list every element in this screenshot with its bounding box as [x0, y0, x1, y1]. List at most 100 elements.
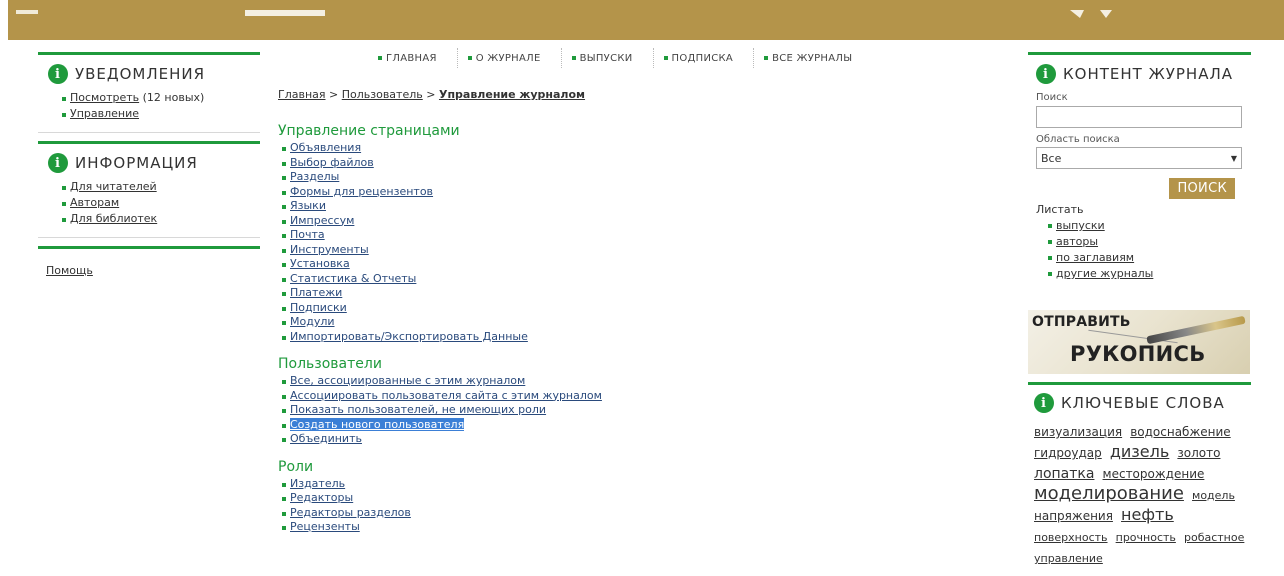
notifications-manage-link[interactable]: Управление — [70, 107, 139, 120]
pages-links: Объявления Выбор файлов Разделы Формы дл… — [282, 141, 998, 344]
keyword-link[interactable]: моделирование — [1034, 483, 1184, 504]
for-libraries-link[interactable]: Для библиотек — [70, 212, 157, 225]
list-item: Платежи — [282, 286, 998, 301]
link-files[interactable]: Выбор файлов — [290, 156, 374, 169]
list-item: Выбор файлов — [282, 156, 998, 171]
link-stats[interactable]: Статистика & Отчеты — [290, 272, 416, 285]
link-review-forms[interactable]: Формы для рецензентов — [290, 185, 433, 198]
info-icon: i — [1036, 64, 1056, 84]
link-languages[interactable]: Языки — [290, 199, 326, 212]
list-item: Инструменты — [282, 243, 998, 258]
link-payments[interactable]: Платежи — [290, 286, 342, 299]
keyword-link[interactable]: поверхность — [1034, 531, 1108, 544]
section-title-pages: Управление страницами — [278, 123, 460, 139]
nav-home[interactable]: ГЛАВНАЯ — [378, 53, 457, 64]
search-scope-select[interactable]: Все ▼ — [1036, 147, 1242, 169]
keyword-link[interactable]: золото — [1177, 446, 1220, 460]
breadcrumb-user[interactable]: Пользователь — [342, 88, 423, 101]
search-input[interactable] — [1036, 106, 1242, 128]
link-section-editors[interactable]: Редакторы разделов — [290, 506, 411, 519]
keyword-link[interactable]: нефть — [1121, 505, 1174, 524]
list-item: Для читателей — [62, 179, 250, 195]
list-item: Редакторы — [282, 491, 998, 506]
keyword-link[interactable]: гидроудар — [1034, 446, 1102, 460]
help-link[interactable]: Помощь — [46, 264, 93, 277]
link-subscriptions[interactable]: Подписки — [290, 301, 347, 314]
submit-manuscript-banner[interactable]: ОТПРАВИТЬ РУКОПИСЬ — [1028, 310, 1250, 374]
list-item: Статистика & Отчеты — [282, 272, 998, 287]
link-create-user[interactable]: Создать нового пользователя — [290, 417, 465, 431]
nav-divider — [652, 48, 654, 68]
browse-authors-link[interactable]: авторы — [1056, 235, 1098, 248]
link-announcements[interactable]: Объявления — [290, 141, 361, 154]
for-readers-link[interactable]: Для читателей — [70, 180, 157, 193]
link-publisher[interactable]: Издатель — [290, 477, 345, 490]
keyword-link[interactable]: напряжения — [1034, 509, 1113, 523]
bullet-icon — [571, 55, 576, 60]
keyword-link[interactable]: месторождение — [1103, 467, 1205, 481]
keyword-link[interactable]: дизель — [1110, 442, 1169, 461]
keyword-link[interactable]: прочность — [1116, 531, 1176, 544]
link-enroll-site-user[interactable]: Ассоциировать пользователя сайта с этим … — [290, 389, 602, 402]
section-title-users: Пользователи — [278, 356, 382, 372]
main-content: ГЛАВНАЯ О ЖУРНАЛЕ ВЫПУСКИ ПОДПИСКА ВСЕ Ж… — [278, 48, 998, 535]
journal-content-title: i КОНТЕНТ ЖУРНАЛА — [1036, 64, 1243, 84]
roles-links: Издатель Редакторы Редакторы разделов Ре… — [282, 477, 998, 535]
browse-other-journals-link[interactable]: другие журналы — [1056, 267, 1153, 280]
keyword-link[interactable]: водоснабжение — [1130, 425, 1230, 439]
notifications-view-link[interactable]: Посмотреть — [70, 91, 139, 104]
link-tools[interactable]: Инструменты — [290, 243, 369, 256]
keyword-link[interactable]: визуализация — [1034, 425, 1122, 439]
banner-decoration — [16, 10, 38, 14]
list-item: Создать нового пользователя — [282, 417, 998, 433]
nav-all-journals[interactable]: ВСЕ ЖУРНАЛЫ — [764, 53, 872, 64]
link-setup[interactable]: Установка — [290, 257, 350, 270]
link-reviewers[interactable]: Рецензенты — [290, 520, 360, 533]
keywords-block: i КЛЮЧЕВЫЕ СЛОВА визуализация водоснабже… — [1028, 382, 1251, 576]
nav-issues[interactable]: ВЫПУСКИ — [571, 53, 653, 64]
nav-subscription[interactable]: ПОДПИСКА — [663, 53, 754, 64]
list-item: Разделы — [282, 170, 998, 185]
breadcrumb-home[interactable]: Главная — [278, 88, 326, 101]
list-item: другие журналы — [1048, 266, 1243, 282]
link-all-enrolled[interactable]: Все, ассоциированные с этим журналом — [290, 374, 525, 387]
browse-titles-link[interactable]: по заглавиям — [1056, 251, 1134, 264]
bullet-icon — [467, 55, 472, 60]
notifications-title: i УВЕДОМЛЕНИЯ — [48, 64, 250, 84]
list-item: авторы — [1048, 234, 1243, 250]
list-item: Посмотреть (12 новых) — [62, 90, 250, 106]
for-authors-link[interactable]: Авторам — [70, 196, 119, 209]
list-item: Объединить — [282, 432, 998, 447]
search-button[interactable]: ПОИСК — [1169, 178, 1235, 199]
nav-about[interactable]: О ЖУРНАЛЕ — [467, 53, 561, 64]
search-button-wrap: ПОИСК — [1036, 177, 1235, 199]
breadcrumb: Главная > Пользователь > Управление журн… — [278, 88, 586, 101]
list-item: выпуски — [1048, 218, 1243, 234]
link-sections[interactable]: Разделы — [290, 170, 339, 183]
link-masthead[interactable]: Импрессум — [290, 214, 354, 227]
info-icon: i — [1034, 393, 1054, 413]
link-import-export[interactable]: Импортировать/Экспортировать Данные — [290, 330, 528, 343]
list-item: Модули — [282, 315, 998, 330]
submit-banner-line1: ОТПРАВИТЬ — [1032, 314, 1131, 330]
nav-divider — [456, 48, 458, 68]
list-item: Импортировать/Экспортировать Данные — [282, 330, 998, 345]
link-plugins[interactable]: Модули — [290, 315, 335, 328]
list-item: Управление — [62, 106, 250, 122]
nav-divider — [560, 48, 562, 68]
keyword-link[interactable]: лопатка — [1034, 466, 1094, 482]
link-email[interactable]: Почта — [290, 228, 325, 241]
list-item: Объявления — [282, 141, 998, 156]
browse-issues-link[interactable]: выпуски — [1056, 219, 1105, 232]
logo-wing-icon — [1070, 10, 1112, 18]
breadcrumb-current[interactable]: Управление журналом — [439, 88, 585, 101]
pen-icon — [1146, 315, 1246, 345]
list-item: Для библиотек — [62, 211, 250, 227]
link-users-no-role[interactable]: Показать пользователей, не имеющих роли — [290, 403, 546, 416]
link-editors[interactable]: Редакторы — [290, 491, 353, 504]
left-sidebar: i УВЕДОМЛЕНИЯ Посмотреть (12 новых) Упра… — [38, 52, 260, 288]
list-item: Подписки — [282, 301, 998, 316]
link-merge-users[interactable]: Объединить — [290, 432, 362, 445]
bullet-icon — [663, 55, 668, 60]
keyword-link[interactable]: модель — [1192, 489, 1235, 502]
